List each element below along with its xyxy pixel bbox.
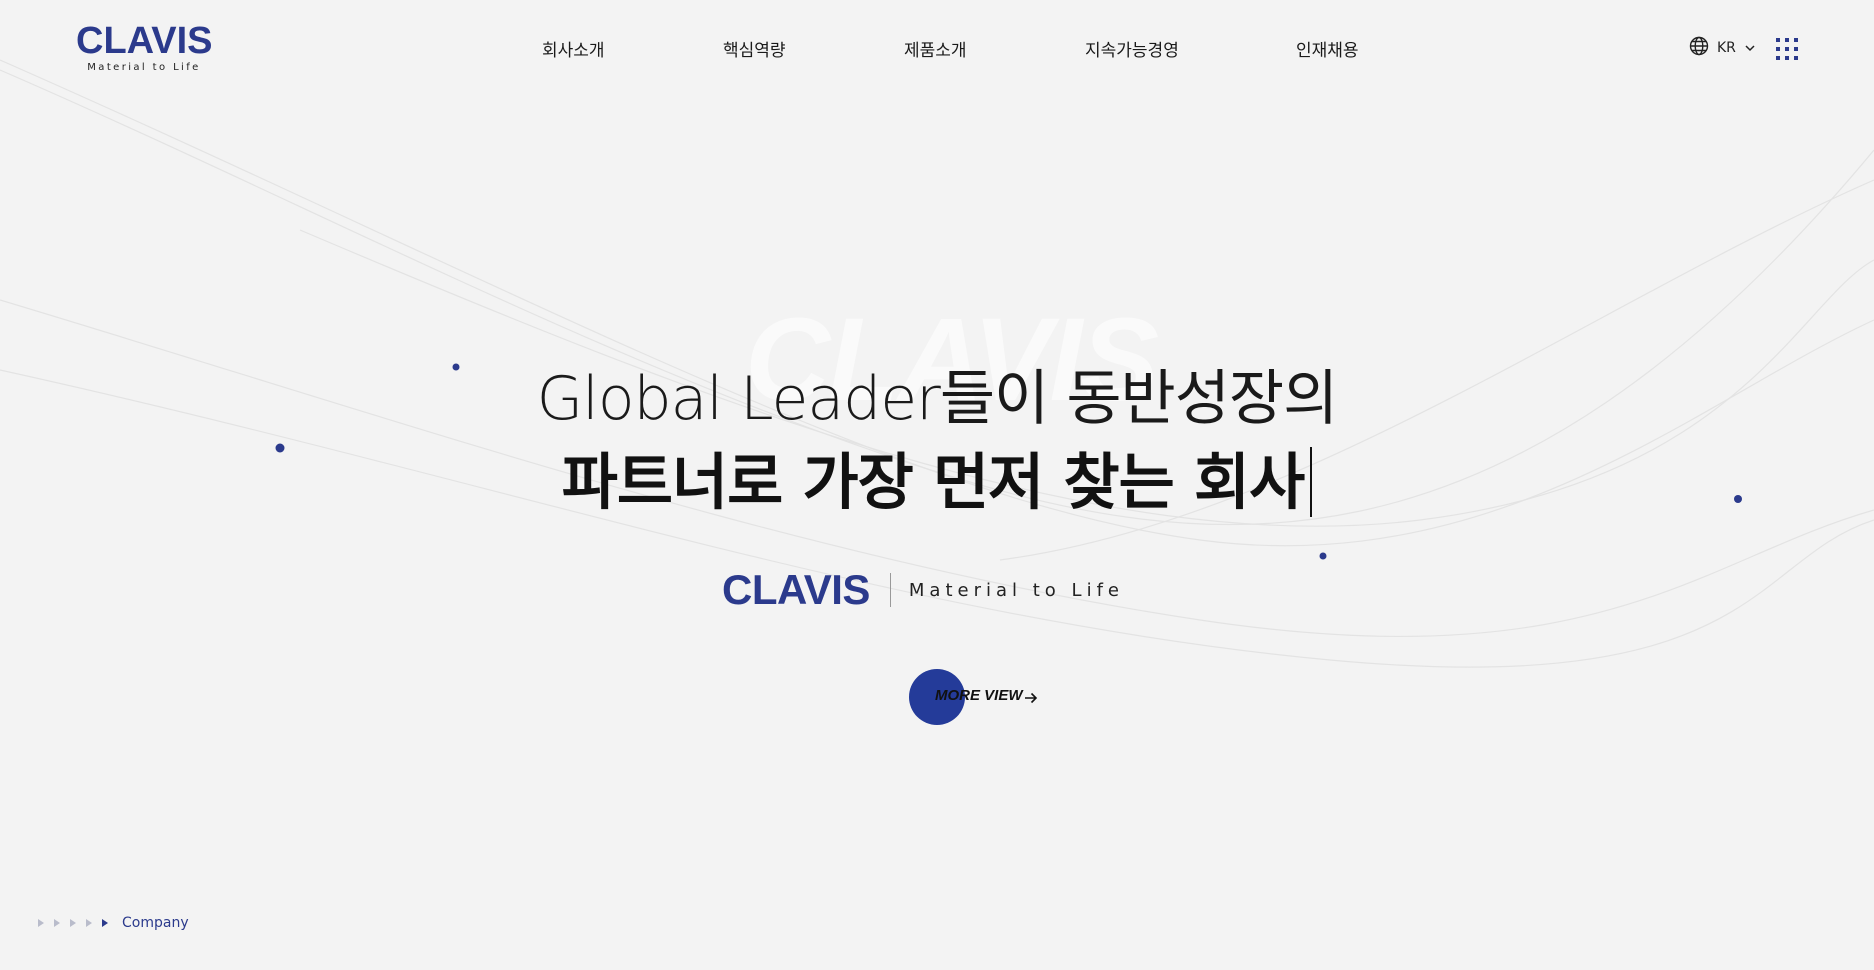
- nav-item-sustainability[interactable]: 지속가능경영: [1085, 36, 1179, 61]
- chevron-down-icon: [1744, 39, 1756, 58]
- grid-menu-icon[interactable]: [1776, 38, 1798, 60]
- section-label[interactable]: Company: [122, 915, 189, 931]
- brand-divider: [889, 573, 891, 607]
- section-step-2[interactable]: [54, 919, 60, 927]
- typing-cursor: [1310, 447, 1313, 517]
- hero-brand-wordmark: CLAVIS: [722, 566, 870, 613]
- section-step-5[interactable]: [102, 919, 108, 927]
- section-step-1[interactable]: [38, 919, 44, 927]
- section-step-3[interactable]: [70, 919, 76, 927]
- hero-headline-line2: 파트너로 가장 먼저 찾는 회사: [0, 432, 1874, 521]
- language-label: KR: [1717, 40, 1736, 56]
- nav-item-products[interactable]: 제품소개: [904, 36, 967, 61]
- nav-item-company[interactable]: 회사소개: [542, 36, 605, 61]
- hero-brand: CLAVIS Material to Life: [722, 566, 1124, 613]
- section-step-4[interactable]: [86, 919, 92, 927]
- section-indicator: Company: [38, 914, 189, 932]
- logo-tagline: Material to Life: [87, 62, 201, 73]
- hero-headline-line1: Global Leader들이 동반성장의: [536, 364, 1339, 434]
- main-nav: 회사소개 핵심역량 제품소개 지속가능경영 인재채용: [0, 36, 1874, 61]
- arrow-right-icon: [1024, 690, 1038, 709]
- globe-icon: [1689, 36, 1709, 60]
- language-selector[interactable]: KR: [1689, 36, 1756, 60]
- hero-brand-tagline: Material to Life: [908, 579, 1124, 601]
- more-view-label: MORE VIEW: [935, 687, 1023, 704]
- nav-item-core-competence[interactable]: 핵심역량: [723, 36, 786, 61]
- decor-dot: [1319, 552, 1327, 560]
- hero-headline-line2-text: 파트너로 가장 먼저 찾는 회사: [561, 447, 1305, 518]
- nav-item-careers[interactable]: 인재채용: [1296, 36, 1359, 61]
